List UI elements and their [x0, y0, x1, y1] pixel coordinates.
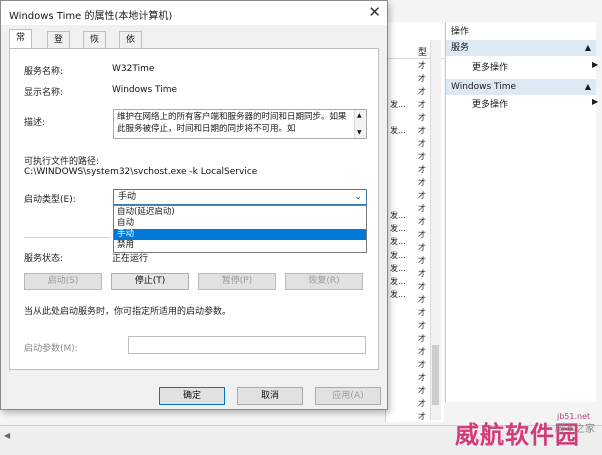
startup-option-manual[interactable]: 手动 [114, 229, 366, 240]
list-item[interactable]: 才 [418, 307, 426, 318]
submenu-right-icon: ▶ [592, 60, 599, 69]
startup-type-value: 手动 [118, 192, 137, 202]
cancel-button[interactable]: 取消 [237, 387, 303, 405]
start-button[interactable]: 启动(S) [24, 273, 102, 290]
list-item-start-mode: 发... [390, 237, 406, 246]
actions-pane: 操作 服务 ▲ 更多操作 ▶ Windows Time ▲ 更多操作 ▶ [445, 22, 598, 402]
list-item[interactable]: 才 [418, 60, 426, 71]
description-text: 维护在网络上的所有客户端和服务器的时间和日期同步。如果此服务被停止，时间和日期的… [117, 112, 347, 134]
list-item-start-mode: 发... [390, 251, 406, 260]
list-item-start-mode: 发... [390, 264, 406, 273]
description-scrollbar[interactable]: ▲ ▼ [354, 110, 366, 138]
display-name-label: 显示名称: [24, 88, 64, 98]
actions-item-more[interactable]: 更多操作 ▶ [472, 60, 598, 73]
general-panel: 服务名称: W32Time 显示名称: Windows Time 描述: 维护在… [9, 48, 379, 370]
tab-logon[interactable]: 登录 [47, 31, 71, 62]
submenu-right-icon: ▶ [592, 97, 599, 106]
list-item[interactable]: 才 [418, 281, 426, 292]
service-status-label: 服务状态: [24, 254, 64, 264]
column-header-type[interactable]: 型 [418, 45, 427, 58]
start-params-label: 启动参数(M): [24, 344, 78, 354]
description-label: 描述: [24, 118, 46, 128]
start-params-hint: 当从此处启动服务时，你可指定所适用的启动参数。 [24, 307, 232, 317]
startup-type-dropdown: 自动(延迟启动) 自动 手动 禁用 [113, 205, 367, 253]
scroll-down-icon[interactable]: ▼ [357, 127, 362, 138]
stop-button[interactable]: 停止(T) [111, 273, 189, 290]
list-item[interactable]: 才 [418, 268, 426, 279]
list-item[interactable]: 才 [418, 190, 426, 201]
list-item[interactable]: 才 [418, 177, 426, 188]
watermark-sublogo: jb51.net 脚本之家 [555, 412, 595, 435]
actions-header: 操作 [446, 24, 596, 40]
service-name-label: 服务名称: [24, 67, 64, 77]
scrollbar-thumb[interactable] [432, 345, 439, 405]
service-name-value: W32Time [112, 64, 155, 74]
list-item-start-mode: 发... [390, 277, 406, 286]
list-item[interactable]: 才 [418, 320, 426, 331]
collapse-up-icon: ▲ [584, 43, 591, 52]
actions-group-windows-time[interactable]: Windows Time ▲ [446, 79, 596, 95]
dialog-title: Windows Time 的属性(本地计算机) [9, 11, 173, 22]
pause-button[interactable]: 暂停(P) [198, 273, 276, 290]
exe-path-label: 可执行文件的路径: [24, 157, 100, 167]
list-item[interactable]: 才 [418, 151, 426, 162]
list-item[interactable]: 才 [418, 242, 426, 253]
list-item[interactable]: 才 [418, 411, 426, 422]
startup-option-auto[interactable]: 自动 [114, 218, 366, 229]
list-item[interactable]: 才 [418, 385, 426, 396]
startup-type-label: 启动类型(E): [24, 195, 76, 205]
tab-recovery[interactable]: 恢复 [83, 31, 107, 62]
list-item[interactable]: 才 [418, 229, 426, 240]
list-item[interactable]: 才 [418, 112, 426, 123]
properties-dialog: Windows Time 的属性(本地计算机) ✕ 常规 登录 恢复 依存关系 … [0, 0, 388, 410]
list-item[interactable]: 才 [418, 216, 426, 227]
list-item-start-mode: 发... [390, 100, 406, 109]
list-item[interactable]: 才 [418, 294, 426, 305]
actions-group-services[interactable]: 服务 ▲ [446, 40, 596, 56]
startup-type-select[interactable]: 手动 ⌄ [113, 189, 367, 205]
chevron-down-icon: ⌄ [354, 192, 362, 202]
list-item-start-mode: 发... [390, 224, 406, 233]
list-item[interactable]: 才 [418, 164, 426, 175]
list-item[interactable]: 才 [418, 99, 426, 110]
tab-dependencies[interactable]: 依存关系 [119, 31, 143, 96]
description-textbox[interactable]: 维护在网络上的所有客户端和服务器的时间和日期同步。如果此服务被停止，时间和日期的… [113, 109, 367, 139]
list-item-start-mode: 发... [390, 290, 406, 299]
list-item[interactable]: 才 [418, 333, 426, 344]
service-status-value: 正在运行 [112, 254, 149, 264]
resume-button[interactable]: 恢复(R) [285, 273, 363, 290]
list-item[interactable]: 才 [418, 346, 426, 357]
scroll-up-icon[interactable]: ▲ [357, 110, 362, 122]
scroll-left-icon[interactable]: ◀ [4, 431, 10, 440]
dialog-titlebar[interactable]: Windows Time 的属性(本地计算机) ✕ [1, 1, 387, 25]
ok-button[interactable]: 确定 [159, 387, 225, 405]
display-name-value: Windows Time [112, 85, 178, 95]
tab-general[interactable]: 常规 [9, 29, 33, 60]
apply-button[interactable]: 应用(A) [315, 387, 381, 405]
divider [24, 237, 109, 238]
actions-item-more-2[interactable]: 更多操作 ▶ [472, 97, 598, 110]
start-params-input[interactable] [128, 336, 366, 354]
exe-path-value: C:\WINDOWS\system32\svchost.exe -k Local… [24, 167, 258, 177]
close-icon[interactable]: ✕ [368, 3, 381, 21]
list-scrollbar[interactable] [430, 40, 441, 420]
list-item[interactable]: 才 [418, 125, 426, 136]
list-item[interactable]: 才 [418, 203, 426, 214]
list-item[interactable]: 才 [418, 359, 426, 370]
startup-option-auto-delayed[interactable]: 自动(延迟启动) [114, 207, 366, 218]
list-item[interactable]: 才 [418, 255, 426, 266]
list-item-start-mode: 发... [390, 211, 406, 220]
list-item[interactable]: 才 [418, 398, 426, 409]
list-item-start-mode: 发... [390, 126, 406, 135]
list-item[interactable]: 才 [418, 138, 426, 149]
list-item[interactable]: 才 [418, 73, 426, 84]
list-item[interactable]: 才 [418, 86, 426, 97]
list-item[interactable]: 才 [418, 372, 426, 383]
startup-option-disabled[interactable]: 禁用 [114, 240, 366, 251]
collapse-up-icon: ▲ [584, 82, 591, 91]
